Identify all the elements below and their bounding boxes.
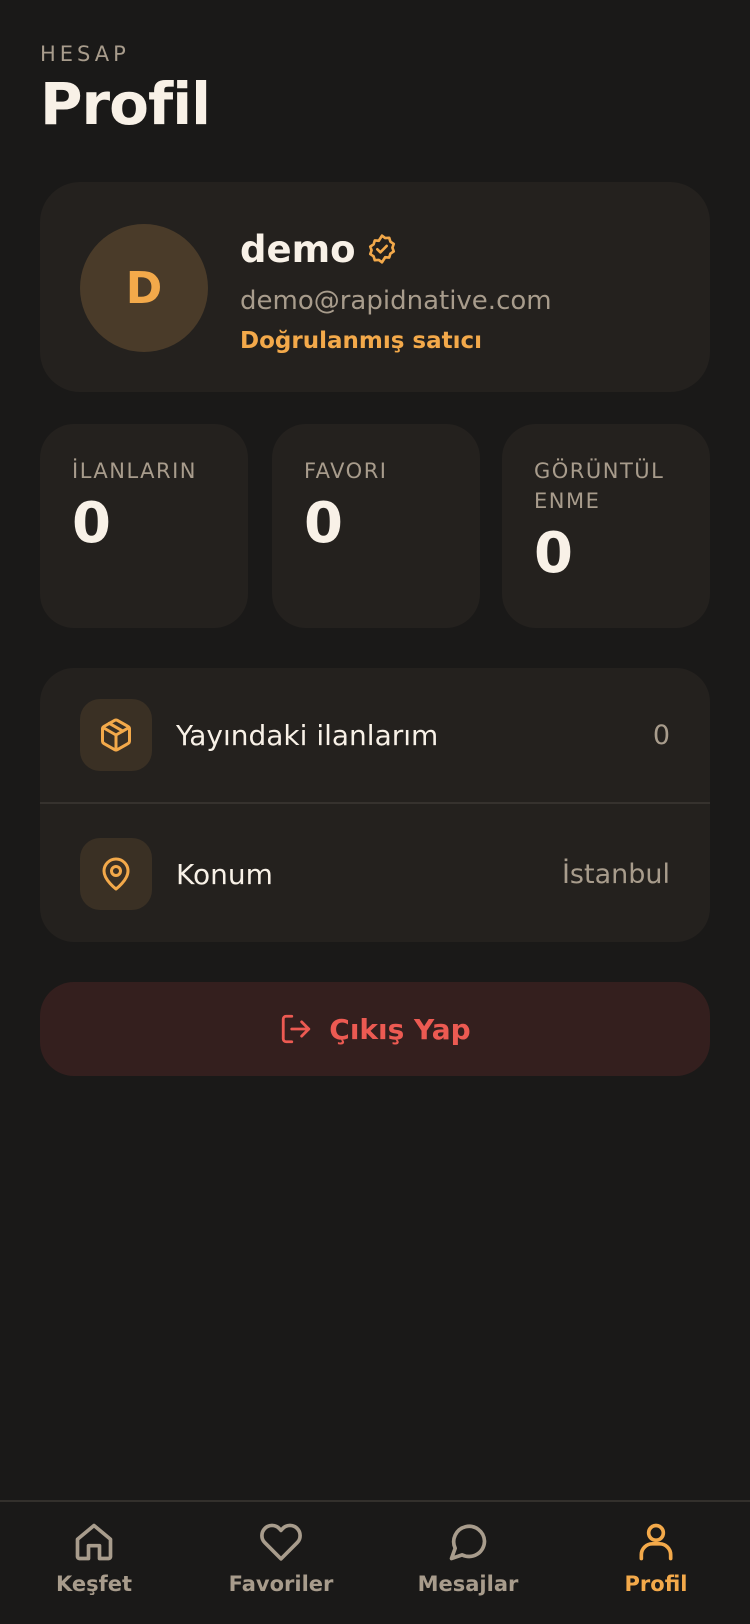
avatar: D <box>80 224 208 352</box>
stat-label: FAVORI <box>304 459 388 483</box>
page-title: Profil <box>40 70 211 138</box>
menu-item-active-listings[interactable]: Yayındaki ilanlarım 0 <box>40 668 710 804</box>
tab-label: Mesajlar <box>417 1572 519 1596</box>
tab-favorites[interactable]: Favoriler <box>187 1520 375 1596</box>
section-eyebrow: HESAP <box>40 42 130 66</box>
chat-bubble-icon <box>446 1520 490 1564</box>
stat-value: 0 <box>72 491 111 556</box>
tab-label: Favoriler <box>228 1572 334 1596</box>
stat-card-favorites[interactable]: FAVORI 0 <box>272 424 480 628</box>
stat-value: 0 <box>534 521 573 586</box>
logout-label: Çıkış Yap <box>329 1012 471 1046</box>
bottom-tab-bar: Keşfet Favoriler Mesajlar Profil <box>0 1500 750 1624</box>
profile-info: demo demo@rapidnative.com Doğrulanmış sa… <box>240 224 552 355</box>
home-icon <box>72 1520 116 1564</box>
tab-discover[interactable]: Keşfet <box>0 1520 188 1596</box>
logout-icon <box>279 1012 313 1046</box>
stat-value: 0 <box>304 491 343 556</box>
menu-item-label: Yayındaki ilanlarım <box>176 718 439 752</box>
package-icon <box>80 699 152 771</box>
tab-label: Keşfet <box>55 1572 133 1596</box>
stat-card-views[interactable]: GÖRÜNTÜLENME 0 <box>502 424 710 628</box>
menu-item-location[interactable]: Konum İstanbul <box>40 806 710 942</box>
user-icon <box>634 1520 678 1564</box>
user-email: demo@rapidnative.com <box>240 286 552 316</box>
tab-label: Profil <box>624 1572 688 1596</box>
profile-card[interactable]: D demo demo@rapidnative.com Doğrulanmış … <box>40 182 710 392</box>
profile-screen: HESAP Profil D demo demo@rapidnative.com… <box>0 0 750 1624</box>
stat-label: İLANLARIN <box>72 459 197 483</box>
user-name: demo <box>240 227 356 271</box>
seller-status: Doğrulanmış satıcı <box>240 328 483 354</box>
location-pin-icon <box>80 838 152 910</box>
logout-button[interactable]: Çıkış Yap <box>40 982 710 1076</box>
menu-item-value: 0 <box>652 719 670 751</box>
name-row: demo <box>240 224 552 274</box>
tab-profile[interactable]: Profil <box>562 1520 750 1596</box>
stat-card-listings[interactable]: İLANLARIN 0 <box>40 424 248 628</box>
heart-icon <box>259 1520 303 1564</box>
tab-messages[interactable]: Mesajlar <box>374 1520 562 1596</box>
menu-item-label: Konum <box>176 857 273 891</box>
stat-label: GÖRÜNTÜLENME <box>534 459 665 513</box>
verified-badge-icon <box>366 233 398 265</box>
menu-item-value: İstanbul <box>561 858 670 890</box>
menu-card: Yayındaki ilanlarım 0 Konum İstanbul <box>40 668 710 942</box>
